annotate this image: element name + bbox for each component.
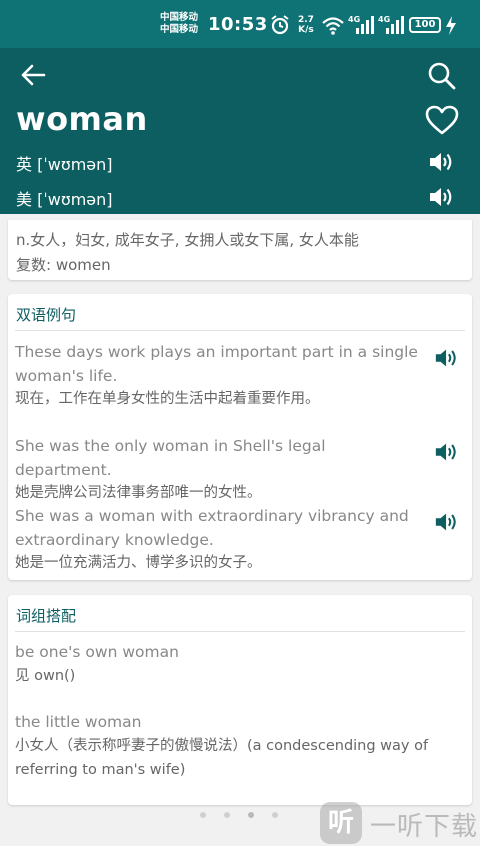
page-dot (224, 812, 230, 818)
divider (15, 631, 465, 632)
word-header: woman 英 [ˈwʊmən] 美 [ˈwʊmən] (0, 48, 480, 214)
watermark-text: 一听下载 (370, 812, 479, 842)
section-title-phrases: 词组搭配 (16, 607, 77, 625)
status-bar: 中国移动 中国移动 10:53 2.7 K/s 4G 4G 100 (0, 0, 480, 48)
page-dot-active (248, 812, 254, 818)
us-phonetic: 美 [ˈwʊmən] (16, 190, 113, 209)
svg-text:4G: 4G (348, 15, 360, 24)
search-icon[interactable] (426, 60, 458, 92)
example-chinese: 她是一位充满活力、博学多识的女子。 (15, 555, 262, 571)
phrase-chinese: 见 own() (15, 668, 76, 684)
phrase-english: the little woman (15, 713, 142, 731)
alarm-icon (271, 15, 289, 35)
definition-card: n.女人，妇女, 成年女子, 女拥人或女下属, 女人本能 复数: women (8, 220, 472, 280)
definition-text: n.女人，妇女, 成年女子, 女拥人或女下属, 女人本能 (16, 231, 359, 249)
battery-level: 100 (414, 19, 436, 30)
example-speaker-icon[interactable] (434, 440, 460, 464)
watermark: 听 一听下载 (318, 800, 480, 846)
phrases-card: 词组搭配 be one's own woman 见 own() the litt… (8, 595, 472, 805)
section-title-examples: 双语例句 (16, 306, 77, 324)
plural-form: 复数: women (16, 256, 111, 274)
back-arrow-icon[interactable] (18, 60, 48, 90)
example-item: These days work plays an important part … (15, 340, 425, 410)
headword: woman (16, 100, 148, 138)
divider (15, 330, 465, 331)
uk-pronunciation-speaker-icon[interactable] (428, 150, 456, 174)
example-item: She was the only woman in Shell's legal … (15, 434, 425, 504)
example-speaker-icon[interactable] (434, 346, 460, 370)
example-chinese: 现在，工作在单身女性的生活中起着重要作用。 (15, 391, 320, 407)
wifi-icon (322, 17, 344, 35)
example-english: She was a woman with extraordinary vibra… (15, 507, 409, 549)
charging-icon (446, 16, 456, 35)
uk-phonetic: 英 [ˈwʊmən] (16, 155, 113, 174)
carrier-1: 中国移动 (160, 12, 199, 23)
page-dot (272, 812, 278, 818)
net-speed-value: 2.7 (298, 15, 314, 25)
carrier-info: 中国移动 中国移动 (160, 12, 198, 36)
net-speed-unit: K/s (298, 25, 314, 35)
svg-text:4G: 4G (378, 15, 390, 24)
example-chinese: 她是壳牌公司法律事务部唯一的女性。 (15, 485, 262, 501)
phrase-chinese: 小女人（表示称呼妻子的傲慢说法）(a condescending way of … (15, 738, 429, 778)
favorite-heart-icon[interactable] (424, 104, 460, 136)
example-english: These days work plays an important part … (15, 343, 418, 385)
watermark-logo: 听 (320, 802, 362, 844)
phrase-english: be one's own woman (15, 643, 179, 661)
bilingual-examples-card: 双语例句 These days work plays an important … (8, 294, 472, 580)
page-indicator (200, 810, 290, 820)
example-english: She was the only woman in Shell's legal … (15, 437, 326, 479)
example-speaker-icon[interactable] (434, 510, 460, 534)
page-dot (200, 812, 206, 818)
carrier-2: 中国移动 (160, 24, 199, 35)
net-speed: 2.7 K/s (298, 15, 314, 35)
signal-4g-icon: 4G (348, 15, 374, 34)
clock: 10:53 (208, 14, 268, 35)
signal-4g-icon: 4G (378, 15, 404, 34)
us-pronunciation-speaker-icon[interactable] (428, 185, 456, 209)
example-item: She was a woman with extraordinary vibra… (15, 504, 425, 574)
battery-icon: 100 (409, 17, 441, 33)
